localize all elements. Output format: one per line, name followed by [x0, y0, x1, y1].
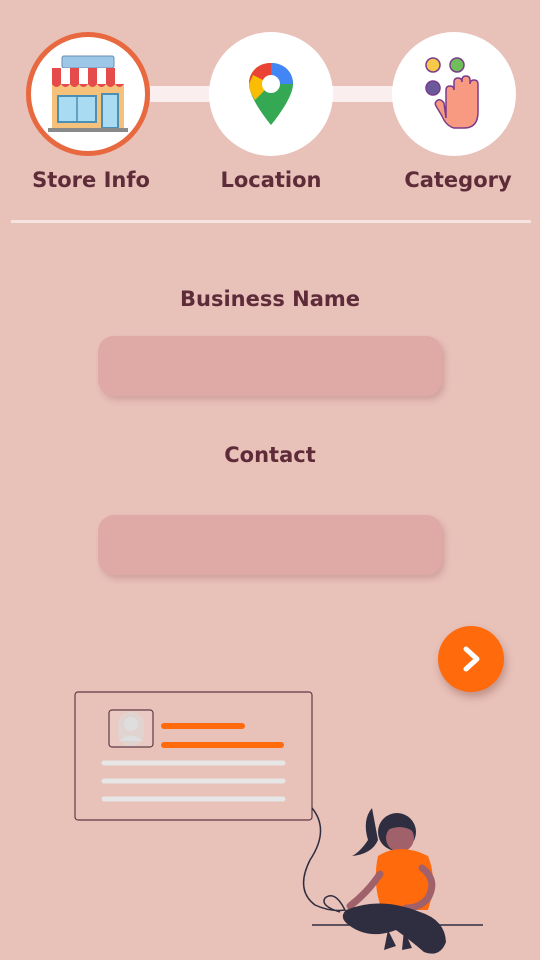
map-pin-icon — [249, 63, 293, 125]
step-label-category[interactable]: Category — [368, 168, 540, 192]
business-name-label: Business Name — [179, 287, 361, 311]
step-progress: Store Info Location Category — [0, 0, 540, 220]
profile-card-illustration — [74, 691, 483, 954]
step-label-store-info[interactable]: Store Info — [1, 168, 181, 192]
contact-input[interactable] — [98, 515, 442, 575]
step-label-location[interactable]: Location — [181, 168, 361, 192]
chevron-right-icon — [463, 646, 480, 672]
step-store-info[interactable] — [26, 32, 150, 156]
business-name-input[interactable] — [98, 336, 442, 396]
store-icon — [48, 55, 128, 132]
step-connector — [150, 86, 210, 102]
step-connector — [332, 86, 394, 102]
hand-select-icon — [425, 57, 479, 129]
step-location[interactable] — [209, 32, 333, 156]
divider — [11, 220, 531, 223]
contact-label: Contact — [224, 443, 316, 467]
step-category[interactable] — [392, 32, 516, 156]
